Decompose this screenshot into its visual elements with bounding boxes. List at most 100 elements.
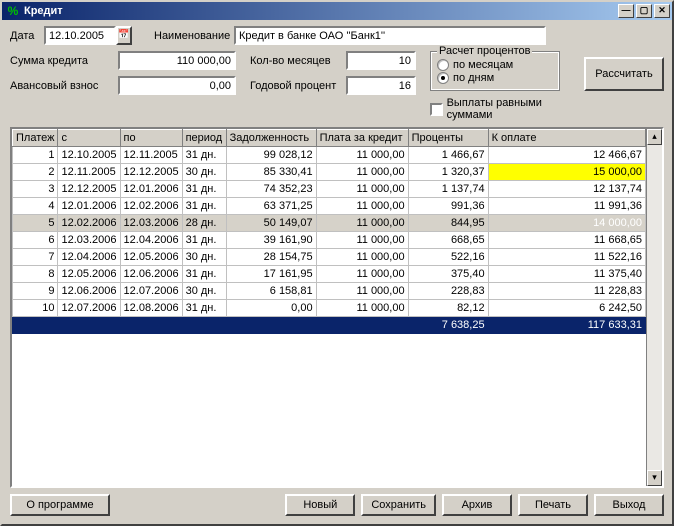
cell[interactable]: 11 000,00 xyxy=(316,181,408,198)
cell[interactable]: 11 000,00 xyxy=(316,283,408,300)
scroll-track[interactable] xyxy=(647,145,662,470)
archive-button[interactable]: Архив xyxy=(442,494,512,516)
save-button[interactable]: Сохранить xyxy=(361,494,436,516)
cell[interactable]: 11 000,00 xyxy=(316,147,408,164)
table-row[interactable]: 212.11.200512.12.200530 дн.85 330,4111 0… xyxy=(13,164,646,181)
col-credit-pay[interactable]: Плата за кредит xyxy=(316,130,408,147)
cell[interactable]: 991,36 xyxy=(408,198,488,215)
cell[interactable]: 12.01.2006 xyxy=(58,198,120,215)
col-to[interactable]: по xyxy=(120,130,182,147)
cell[interactable]: 63 371,25 xyxy=(226,198,316,215)
cell[interactable]: 74 352,23 xyxy=(226,181,316,198)
cell[interactable]: 12.07.2006 xyxy=(58,300,120,317)
calculate-button[interactable]: Рассчитать xyxy=(584,57,664,91)
cell[interactable]: 30 дн. xyxy=(182,164,226,181)
name-input[interactable]: Кредит в банке ОАО ''Банк1'' xyxy=(234,26,546,45)
cell[interactable]: 12.08.2006 xyxy=(120,300,182,317)
minimize-button[interactable]: — xyxy=(618,4,634,18)
table-row[interactable]: 912.06.200612.07.200630 дн.6 158,8111 00… xyxy=(13,283,646,300)
cell[interactable]: 12.05.2006 xyxy=(120,249,182,266)
cell[interactable]: 1 xyxy=(13,147,58,164)
table-row[interactable]: 412.01.200612.02.200631 дн.63 371,2511 0… xyxy=(13,198,646,215)
cell[interactable]: 12.07.2006 xyxy=(120,283,182,300)
table-row[interactable]: 312.12.200512.01.200631 дн.74 352,2311 0… xyxy=(13,181,646,198)
cell[interactable]: 11 000,00 xyxy=(316,300,408,317)
cell[interactable]: 14 000,00 xyxy=(488,215,645,232)
col-payment[interactable]: Платеж xyxy=(13,130,58,147)
rate-input[interactable]: 16 xyxy=(346,76,416,95)
cell[interactable]: 30 дн. xyxy=(182,283,226,300)
cell[interactable]: 11 000,00 xyxy=(316,198,408,215)
cell[interactable]: 39 161,90 xyxy=(226,232,316,249)
cell[interactable]: 12.03.2006 xyxy=(120,215,182,232)
close-button[interactable]: ✕ xyxy=(654,4,670,18)
table-row[interactable]: 512.02.200612.03.200628 дн.50 149,0711 0… xyxy=(13,215,646,232)
cell[interactable]: 1 137,74 xyxy=(408,181,488,198)
cell[interactable]: 31 дн. xyxy=(182,232,226,249)
cell[interactable]: 522,16 xyxy=(408,249,488,266)
cell[interactable]: 12.02.2006 xyxy=(58,215,120,232)
table-row[interactable]: 1012.07.200612.08.200631 дн.0,0011 000,0… xyxy=(13,300,646,317)
cell[interactable]: 12.11.2005 xyxy=(120,147,182,164)
cell[interactable]: 6 xyxy=(13,232,58,249)
cell[interactable]: 4 xyxy=(13,198,58,215)
exit-button[interactable]: Выход xyxy=(594,494,664,516)
cell[interactable]: 50 149,07 xyxy=(226,215,316,232)
cell[interactable]: 28 154,75 xyxy=(226,249,316,266)
cell[interactable]: 12.04.2006 xyxy=(58,249,120,266)
radio-by-months[interactable]: по месяцам xyxy=(437,59,553,71)
cell[interactable]: 2 xyxy=(13,164,58,181)
cell[interactable]: 99 028,12 xyxy=(226,147,316,164)
cell[interactable]: 11 000,00 xyxy=(316,266,408,283)
equal-payments-checkbox[interactable]: Выплаты равными суммами xyxy=(430,97,584,121)
cell[interactable]: 31 дн. xyxy=(182,181,226,198)
cell[interactable]: 11 000,00 xyxy=(316,215,408,232)
cell[interactable]: 12.06.2006 xyxy=(58,283,120,300)
cell[interactable]: 31 дн. xyxy=(182,198,226,215)
cell[interactable]: 11 000,00 xyxy=(316,232,408,249)
cell[interactable]: 12.11.2005 xyxy=(58,164,120,181)
cell[interactable]: 228,83 xyxy=(408,283,488,300)
cell[interactable]: 10 xyxy=(13,300,58,317)
table-row[interactable]: 712.04.200612.05.200630 дн.28 154,7511 0… xyxy=(13,249,646,266)
cell[interactable]: 30 дн. xyxy=(182,249,226,266)
cell[interactable]: 844,95 xyxy=(408,215,488,232)
cell[interactable]: 12.06.2006 xyxy=(120,266,182,283)
cell[interactable]: 12 466,67 xyxy=(488,147,645,164)
cell[interactable]: 12.03.2006 xyxy=(58,232,120,249)
cell[interactable]: 12.02.2006 xyxy=(120,198,182,215)
col-period[interactable]: период xyxy=(182,130,226,147)
scroll-down-icon[interactable]: ▾ xyxy=(647,470,662,486)
cell[interactable]: 17 161,95 xyxy=(226,266,316,283)
cell[interactable]: 31 дн. xyxy=(182,300,226,317)
cell[interactable]: 31 дн. xyxy=(182,266,226,283)
cell[interactable]: 12.12.2005 xyxy=(58,181,120,198)
cell[interactable]: 5 xyxy=(13,215,58,232)
cell[interactable]: 12.12.2005 xyxy=(120,164,182,181)
cell[interactable]: 1 320,37 xyxy=(408,164,488,181)
advance-input[interactable]: 0,00 xyxy=(118,76,236,95)
table-row[interactable]: 812.05.200612.06.200631 дн.17 161,9511 0… xyxy=(13,266,646,283)
cell[interactable]: 8 xyxy=(13,266,58,283)
calendar-icon[interactable]: 📅 xyxy=(116,26,132,45)
cell[interactable]: 11 991,36 xyxy=(488,198,645,215)
cell[interactable]: 12.10.2005 xyxy=(58,147,120,164)
cell[interactable]: 0,00 xyxy=(226,300,316,317)
cell[interactable]: 7 xyxy=(13,249,58,266)
titlebar[interactable]: % Кредит — ▢ ✕ xyxy=(2,2,672,20)
scroll-up-icon[interactable]: ▴ xyxy=(647,129,662,145)
radio-by-days[interactable]: по дням xyxy=(437,72,553,84)
table-row[interactable]: 612.03.200612.04.200631 дн.39 161,9011 0… xyxy=(13,232,646,249)
print-button[interactable]: Печать xyxy=(518,494,588,516)
cell[interactable]: 6 158,81 xyxy=(226,283,316,300)
date-input[interactable]: 12.10.2005 xyxy=(44,26,116,45)
cell[interactable]: 85 330,41 xyxy=(226,164,316,181)
cell[interactable]: 375,40 xyxy=(408,266,488,283)
maximize-button[interactable]: ▢ xyxy=(636,4,652,18)
table-row[interactable]: 112.10.200512.11.200531 дн.99 028,1211 0… xyxy=(13,147,646,164)
col-debt[interactable]: Задолженность xyxy=(226,130,316,147)
col-to-pay[interactable]: К оплате xyxy=(488,130,645,147)
cell[interactable]: 11 000,00 xyxy=(316,164,408,181)
cell[interactable]: 11 000,00 xyxy=(316,249,408,266)
cell[interactable]: 9 xyxy=(13,283,58,300)
